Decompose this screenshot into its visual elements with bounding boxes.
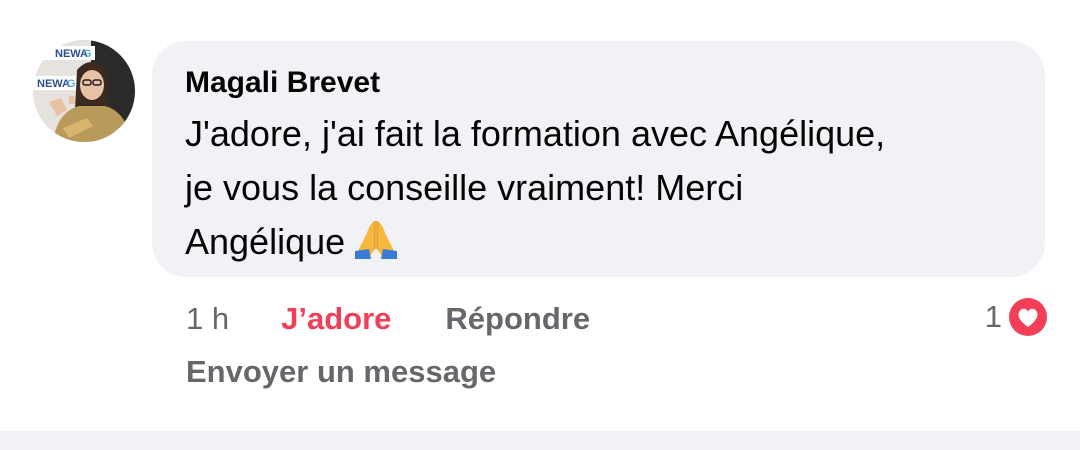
comment: NEWA G NEWA G Magali Brevet J'adore, j'a… <box>0 0 1080 430</box>
svg-text:NEWA: NEWA <box>37 78 70 90</box>
section-divider <box>0 431 1080 450</box>
svg-text:G: G <box>67 78 76 90</box>
heart-reaction-icon <box>1006 295 1050 339</box>
avatar-photo: NEWA G NEWA G <box>33 40 135 142</box>
send-message-button[interactable]: Envoyer un message <box>186 352 496 392</box>
comment-bubble: Magali Brevet J'adore, j'ai fait la form… <box>152 41 1045 277</box>
comment-text: J'adore, j'ai fait la formation avec Ang… <box>185 107 1015 269</box>
comment-text-line: J'adore, j'ai fait la formation avec Ang… <box>185 113 886 154</box>
avatar[interactable]: NEWA G NEWA G <box>33 40 135 142</box>
comment-text-line-end: Angélique <box>185 221 346 262</box>
folded-hands-emoji-icon <box>355 221 398 259</box>
comment-text-line: Angélique <box>185 215 1015 269</box>
reaction-count: 1 <box>984 299 1002 334</box>
comment-actions: 1 h J’adore Répondre <box>186 297 590 341</box>
comment-text-line: je vous la conseille vraiment! Merci <box>185 167 744 208</box>
comment-time[interactable]: 1 h <box>186 301 229 337</box>
reaction-summary[interactable]: 1 <box>985 295 1050 339</box>
love-reaction-button[interactable]: J’adore <box>281 301 391 337</box>
reply-button[interactable]: Répondre <box>445 301 590 337</box>
svg-text:G: G <box>83 48 92 60</box>
comment-author[interactable]: Magali Brevet <box>185 65 1013 101</box>
